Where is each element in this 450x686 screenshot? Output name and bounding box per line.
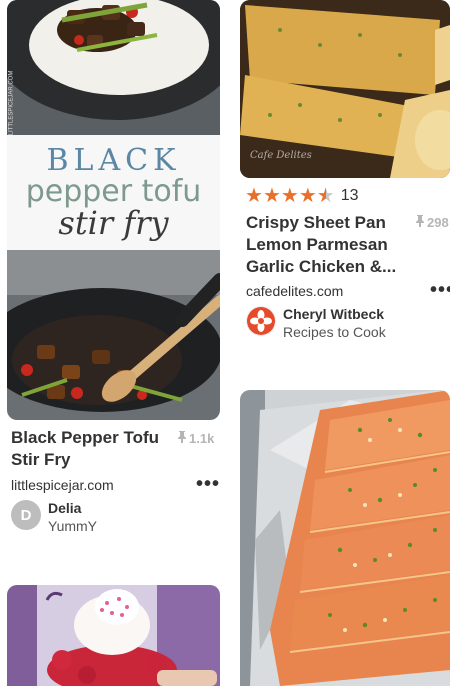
pushpin-icon xyxy=(415,215,425,230)
rating-count: 13 xyxy=(340,187,359,204)
pin-feed: BLACK pepper tofu stir fry LITTLESPICEJA… xyxy=(0,0,450,686)
board-name[interactable]: Recipes to Cook xyxy=(283,324,386,340)
save-count: 298 xyxy=(427,215,449,230)
board-name[interactable]: YummY xyxy=(48,518,97,534)
pin-title-line1[interactable]: Crispy Sheet Pan xyxy=(246,212,386,234)
pinner-name[interactable]: Cheryl Witbeck xyxy=(283,306,384,322)
overlay-black: BLACK xyxy=(46,143,181,178)
avatar-letter: D xyxy=(20,506,32,524)
pin-image-foil-salmon[interactable] xyxy=(240,390,450,686)
pin-saves: 1.1k xyxy=(177,431,214,446)
pushpin-icon xyxy=(177,431,187,446)
pin-image-strawberry-dessert[interactable] xyxy=(7,585,220,686)
pin-image-black-pepper-tofu[interactable]: BLACK pepper tofu stir fry LITTLESPICEJA… xyxy=(7,0,220,420)
pin-title-line1[interactable]: Black Pepper Tofu xyxy=(11,427,159,449)
salmon-photo xyxy=(240,390,450,686)
pin-title-line2[interactable]: Lemon Parmesan xyxy=(246,234,388,256)
avatar[interactable] xyxy=(246,306,276,336)
star-icon: ★ xyxy=(262,185,281,207)
pin-domain[interactable]: littlespicejar.com xyxy=(11,477,114,493)
pin-domain[interactable]: cafedelites.com xyxy=(246,283,343,299)
avatar[interactable]: D xyxy=(11,500,41,530)
star-icon: ★ xyxy=(280,185,299,207)
hibiscus-icon xyxy=(247,307,275,335)
rating-stars: ★ ★ ★ ★ ★ 13 xyxy=(245,186,358,206)
pinner-name[interactable]: Delia xyxy=(48,500,81,516)
pin-saves: 298 xyxy=(415,215,449,230)
more-options-button[interactable]: ••• xyxy=(430,280,450,300)
pin-image-lemon-parmesan-chicken[interactable]: Cafe Delites xyxy=(240,0,450,178)
star-icon: ★ xyxy=(298,185,317,207)
more-options-button[interactable]: ••• xyxy=(196,474,220,494)
dessert-photo xyxy=(7,585,220,686)
overlay-stir-fry: stir fry xyxy=(58,204,169,242)
star-half-icon: ★ xyxy=(316,185,335,207)
star-icon: ★ xyxy=(245,185,263,207)
pin-title-line2[interactable]: Stir Fry xyxy=(11,449,71,471)
image-watermark: Cafe Delites xyxy=(250,150,312,161)
save-count: 1.1k xyxy=(189,431,215,446)
image-watermark: LITTLESPICEJAR.COM xyxy=(8,70,15,136)
pin-title-line3[interactable]: Garlic Chicken &... xyxy=(246,256,396,278)
